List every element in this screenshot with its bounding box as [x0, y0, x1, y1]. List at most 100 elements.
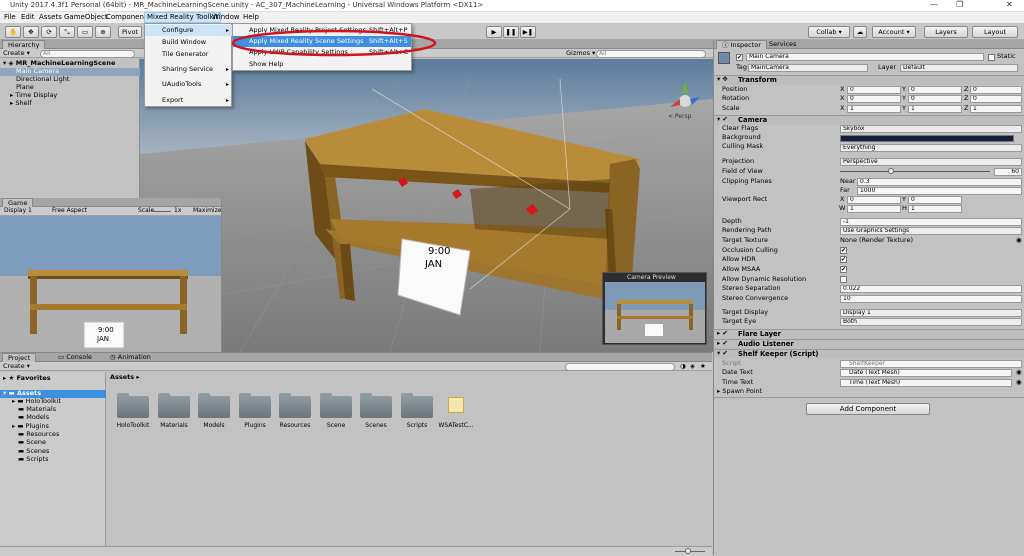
menu-edit[interactable]: Edit [19, 13, 37, 21]
rotation-z-field[interactable]: 0 [970, 95, 1022, 103]
hierarchy-item-shelf[interactable]: ▸ Shelf [10, 99, 32, 108]
folder-icon[interactable] [320, 393, 352, 418]
object-name-field[interactable]: Main Camera [746, 53, 984, 61]
allow-hdr-checkbox[interactable]: ✔ [840, 256, 847, 263]
transform-header[interactable]: Transform [714, 75, 1024, 85]
camera-fold-icon[interactable]: ▾ ✔ [717, 115, 728, 124]
scale-slider[interactable] [153, 211, 171, 212]
object-picker-icon[interactable]: ◉ [1016, 236, 1022, 245]
position-y-field[interactable]: 0 [908, 86, 962, 94]
tree-item-scripts[interactable]: ▬ Scripts [18, 455, 48, 464]
scene-search-input[interactable]: All [596, 50, 706, 58]
tab-services[interactable]: Services [769, 40, 796, 49]
pause-button[interactable]: ❚❚ [503, 26, 519, 38]
time-text-field[interactable]: Time (Text Mesh) [840, 379, 1012, 387]
object-picker-icon[interactable]: ◉ [1016, 368, 1022, 377]
label-filter-icon[interactable]: ◈ [690, 362, 695, 371]
tab-project[interactable]: Project [2, 353, 37, 362]
filter-icon[interactable]: ◑ [680, 362, 686, 371]
scale-tool-button[interactable]: ⤡ [59, 26, 75, 38]
viewport-h-field[interactable]: 1 [908, 205, 962, 213]
target-texture-value[interactable]: None (Render Texture) [840, 236, 913, 245]
tab-inspector[interactable]: ⓘ Inspector [716, 40, 767, 49]
project-create-button[interactable]: Create ▾ [3, 362, 30, 371]
fov-field[interactable]: 60 [994, 168, 1022, 176]
menu-item-build-window[interactable]: Build Window [145, 37, 233, 48]
projection-select[interactable]: Perspective [840, 158, 1022, 166]
shelf-keeper-header[interactable]: Shelf Keeper (Script) [714, 349, 1024, 359]
rect-tool-button[interactable]: ▭ [77, 26, 93, 38]
menu-window[interactable]: Window [210, 13, 242, 21]
icon-size-slider-thumb[interactable] [685, 548, 691, 554]
menu-item-uaudiotools[interactable]: UAudioTools ▸ [145, 79, 233, 90]
step-button[interactable]: ▶❚ [520, 26, 536, 38]
play-button[interactable]: ▶ [486, 26, 502, 38]
menu-item-tile-generator[interactable]: Tile Generator [145, 49, 233, 60]
occlusion-culling-checkbox[interactable]: ✔ [840, 247, 847, 254]
folder-icon[interactable] [401, 393, 433, 418]
layout-button[interactable]: Layout [972, 26, 1018, 38]
menu-item-show-help[interactable]: Show Help [233, 59, 411, 70]
tree-item-scene[interactable]: ▬ Scene [18, 438, 46, 447]
camera-header[interactable]: Camera [714, 115, 1024, 125]
menu-item-export[interactable]: Export ▸ [145, 95, 233, 106]
aspect-select[interactable]: Free Aspect [52, 206, 87, 215]
culling-mask-select[interactable]: Everything [840, 144, 1022, 152]
scale-y-field[interactable]: 1 [908, 105, 962, 113]
cloud-icon[interactable]: ☁ [853, 26, 867, 38]
spawn-point-item[interactable]: ▸ Spawn Point [717, 387, 762, 396]
menu-component[interactable]: Component [104, 13, 149, 21]
fov-slider[interactable] [840, 171, 990, 172]
active-checkbox[interactable]: ✔ [736, 54, 743, 61]
hand-tool-button[interactable]: ✋ [5, 26, 21, 38]
shelf-keeper-icon[interactable]: ▾ ✔ [717, 349, 728, 358]
far-field[interactable]: 1000 [857, 187, 1022, 195]
target-eye-select[interactable]: Both [840, 318, 1022, 326]
star-filter-icon[interactable]: ★ [700, 362, 706, 371]
menu-assets[interactable]: Assets [37, 13, 64, 21]
viewport-y-field[interactable]: 0 [908, 196, 962, 204]
maximize-icon[interactable]: ❐ [956, 0, 963, 9]
menu-item-sharing-service[interactable]: Sharing Service ▸ [145, 64, 233, 75]
minimize-icon[interactable]: — [930, 0, 938, 9]
pivot-toggle-button[interactable]: Pivot [118, 26, 142, 38]
hierarchy-create-button[interactable]: Create ▾ [3, 49, 30, 58]
file-asset-icon[interactable] [448, 397, 464, 413]
object-picker-icon[interactable]: ◉ [1016, 378, 1022, 387]
tab-console[interactable]: ▭ Console [58, 353, 92, 362]
depth-field[interactable]: -1 [840, 218, 1022, 226]
display-select[interactable]: Display 1 [4, 206, 32, 215]
rendering-path-select[interactable]: Use Graphics Settings [840, 227, 1022, 235]
menu-gameobject[interactable]: GameObject [62, 13, 110, 21]
collab-button[interactable]: Collab ▾ [808, 26, 850, 38]
date-text-field[interactable]: Date (Text Mesh) [840, 369, 1012, 377]
maximize-on-play-button[interactable]: Maximize [193, 206, 221, 215]
stereo-convergence-field[interactable]: 10 [840, 295, 1022, 303]
allow-dynamic-resolution-checkbox[interactable] [840, 276, 847, 283]
folder-icon[interactable] [360, 393, 392, 418]
flare-layer-icon[interactable]: ▸ ✔ [717, 329, 728, 338]
rotate-tool-button[interactable]: ⟳ [41, 26, 57, 38]
near-field[interactable]: 0.3 [857, 178, 1022, 186]
project-search-input[interactable] [565, 363, 675, 371]
stereo-separation-field[interactable]: 0.022 [840, 285, 1022, 293]
tab-animation[interactable]: ◷ Animation [110, 353, 151, 362]
audio-listener-icon[interactable]: ▸ ✔ [717, 339, 728, 348]
tab-hierarchy[interactable]: Hierarchy [2, 40, 46, 49]
add-component-button[interactable]: Add Component [806, 403, 930, 415]
clear-flags-select[interactable]: Skybox [840, 125, 1022, 133]
folder-icon[interactable] [117, 393, 149, 418]
project-breadcrumb[interactable]: Assets ▸ [110, 373, 140, 382]
allow-msaa-checkbox[interactable]: ✔ [840, 266, 847, 273]
account-button[interactable]: Account ▾ [872, 26, 916, 38]
folder-icon[interactable] [198, 393, 230, 418]
viewport-w-field[interactable]: 1 [847, 205, 901, 213]
static-checkbox[interactable] [988, 54, 995, 61]
viewport-x-field[interactable]: 0 [847, 196, 901, 204]
scale-z-field[interactable]: 1 [970, 105, 1022, 113]
scale-x-field[interactable]: 1 [847, 105, 901, 113]
tag-select[interactable]: MainCamera [748, 64, 868, 72]
folder-icon[interactable] [158, 393, 190, 418]
layers-button[interactable]: Layers [924, 26, 968, 38]
background-color-swatch[interactable] [840, 135, 1014, 142]
